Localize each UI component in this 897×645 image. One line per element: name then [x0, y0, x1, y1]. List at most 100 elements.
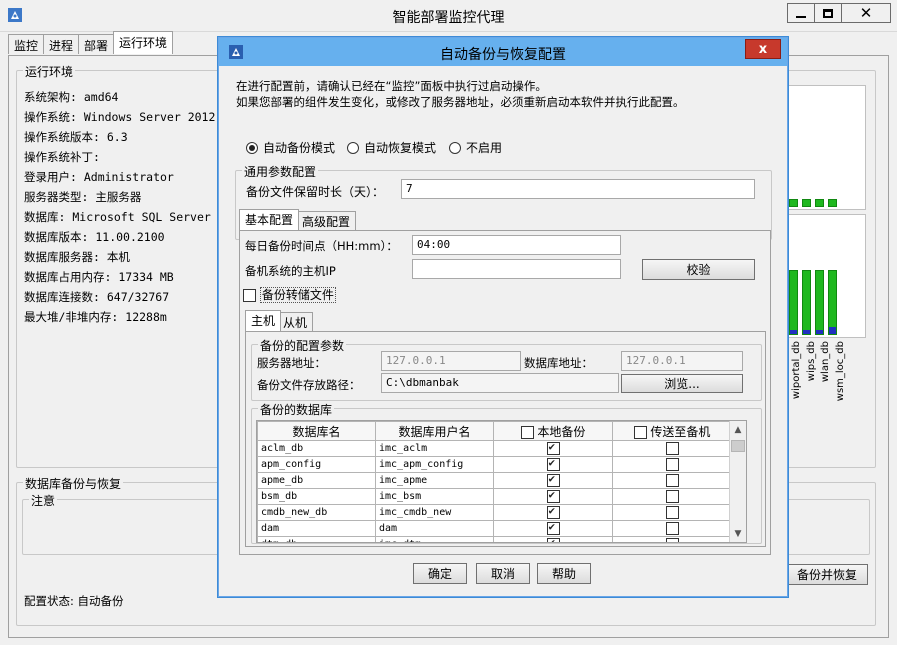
backup-dump-checkbox[interactable]: [243, 289, 256, 302]
send-standby-cell: [612, 504, 732, 521]
server-addr-input[interactable]: 127.0.0.1: [381, 351, 521, 371]
scroll-down-icon[interactable]: ▼: [730, 525, 746, 542]
send-standby-checkbox[interactable]: [665, 522, 679, 535]
local-backup-checkbox[interactable]: [546, 458, 560, 471]
dialog-close-button[interactable]: x: [745, 39, 781, 59]
env-arch: 系统架构: amd64: [24, 90, 119, 104]
radio-auto-restore[interactable]: 自动恢复模式: [347, 139, 436, 156]
backup-dump-label: 备份转储文件: [259, 287, 336, 303]
close-button[interactable]: ✕: [841, 3, 891, 23]
local-backup-cell: [493, 504, 613, 521]
maximize-button[interactable]: [814, 3, 842, 23]
table-row[interactable]: dam dam: [257, 520, 732, 537]
local-backup-cell: [493, 440, 613, 457]
retention-input[interactable]: 7: [401, 179, 755, 199]
tab-advanced-config[interactable]: 高级配置: [296, 211, 357, 230]
local-backup-checkbox[interactable]: [546, 490, 560, 503]
send-standby-checkbox[interactable]: [665, 442, 679, 455]
env-server-type: 服务器类型: 主服务器: [24, 190, 142, 204]
backup-restore-title: 数据库备份与恢复: [23, 475, 124, 492]
db-addr-label: 数据库地址：: [524, 356, 593, 370]
backup-path-label: 备份文件存放路径：: [257, 378, 361, 392]
radio-label: 自动备份模式: [263, 141, 336, 155]
tab-monitor[interactable]: 监控: [8, 34, 45, 54]
tab-process[interactable]: 进程: [43, 34, 80, 54]
env-database: 数据库: Microsoft SQL Server: [24, 210, 211, 224]
minimize-button[interactable]: [787, 3, 815, 23]
send-standby-checkbox[interactable]: [665, 490, 679, 503]
local-backup-checkbox[interactable]: [546, 474, 560, 487]
window-title: 智能部署监控代理: [392, 10, 505, 26]
verify-button[interactable]: 校验: [642, 259, 755, 280]
db-name-cell: aclm_db: [257, 440, 376, 457]
radio-auto-backup[interactable]: 自动备份模式: [246, 139, 335, 156]
local-backup-all-checkbox[interactable]: [520, 425, 534, 439]
local-backup-checkbox[interactable]: [546, 506, 560, 519]
db-table: 数据库名 数据库用户名 本地备份 传送至备机 aclm_db imc_aclm: [257, 421, 732, 542]
chart-bar: [802, 199, 811, 207]
notice-line-1: 在进行配置前，请确认已经在“监控”面板中执行过启动操作。: [236, 79, 547, 93]
table-row[interactable]: dtm_db imc_dtm: [257, 536, 732, 542]
local-backup-cell: [493, 472, 613, 489]
tab-slave[interactable]: 从机: [277, 312, 314, 331]
db-table-container: 数据库名 数据库用户名 本地备份 传送至备机 aclm_db imc_aclm: [256, 420, 747, 543]
server-addr-label: 服务器地址：: [257, 356, 326, 370]
daily-time-input[interactable]: 04:00: [412, 235, 621, 255]
cancel-button[interactable]: 取消: [476, 563, 530, 584]
tab-basic-config[interactable]: 基本配置: [239, 209, 300, 230]
tab-host[interactable]: 主机: [245, 310, 282, 331]
standby-ip-label: 备机系统的主机IP: [245, 264, 336, 278]
local-backup-checkbox[interactable]: [546, 442, 560, 455]
close-icon: ✕: [859, 4, 873, 22]
ok-button[interactable]: 确定: [413, 563, 467, 584]
scroll-thumb[interactable]: [731, 440, 745, 452]
dialog-body: 在进行配置前，请确认已经在“监控”面板中执行过启动操作。 如果您部署的组件发生变…: [226, 67, 781, 591]
db-table-scrollbar[interactable]: ▲ ▼: [729, 421, 746, 542]
col-local-backup-label: 本地备份: [537, 424, 586, 439]
standby-ip-input[interactable]: [412, 259, 621, 279]
auto-backup-dialog: 自动备份与恢复配置 x 在进行配置前，请确认已经在“监控”面板中执行过启动操作。…: [218, 37, 788, 597]
env-db-connections: 数据库连接数: 647/32767: [24, 290, 170, 304]
col-local-backup[interactable]: 本地备份: [493, 421, 613, 441]
db-name-cell: cmdb_new_db: [257, 504, 376, 521]
table-row[interactable]: apme_db imc_apme: [257, 472, 732, 489]
radio-disabled[interactable]: 不启用: [449, 139, 502, 156]
send-standby-checkbox[interactable]: [665, 458, 679, 471]
send-standby-checkbox[interactable]: [665, 538, 679, 542]
radio-label: 自动恢复模式: [364, 141, 437, 155]
help-button[interactable]: 帮助: [537, 563, 591, 584]
local-backup-checkbox[interactable]: [546, 538, 560, 542]
backup-path-input[interactable]: C:\dbmanbak: [381, 373, 619, 393]
backup-dump-checkbox-row[interactable]: 备份转储文件: [243, 286, 336, 303]
config-params-title: 备份的配置参数: [258, 337, 347, 354]
table-row[interactable]: aclm_db imc_aclm: [257, 440, 732, 457]
table-row[interactable]: cmdb_new_db imc_cmdb_new: [257, 504, 732, 521]
chart-bar: [789, 270, 798, 335]
help-label: 帮助: [551, 567, 576, 581]
send-standby-checkbox[interactable]: [665, 474, 679, 487]
table-row[interactable]: apm_config imc_apm_config: [257, 456, 732, 473]
send-standby-all-checkbox[interactable]: [633, 425, 647, 439]
tab-deploy[interactable]: 部署: [78, 34, 115, 54]
chart-bar: [828, 199, 837, 207]
chart-bar: [789, 199, 798, 207]
radio-label: 不启用: [466, 141, 503, 155]
chart-label: wsm_loc_db: [835, 341, 846, 402]
env-group-title: 运行环境: [23, 63, 76, 80]
chart-label: wiportal_db: [791, 341, 802, 400]
db-user-cell: imc_dtm: [375, 536, 494, 542]
col-send-standby[interactable]: 传送至备机: [612, 421, 732, 441]
db-addr-input[interactable]: 127.0.0.1: [621, 351, 743, 371]
send-standby-checkbox[interactable]: [665, 506, 679, 519]
env-os: 操作系统: Windows Server 2012 R2: [24, 110, 237, 124]
col-db-name[interactable]: 数据库名: [257, 421, 376, 441]
db-usage-chart: [780, 214, 866, 338]
col-db-user[interactable]: 数据库用户名: [375, 421, 494, 441]
tab-runtime-env[interactable]: 运行环境: [113, 31, 174, 54]
table-row[interactable]: bsm_db imc_bsm: [257, 488, 732, 505]
browse-button[interactable]: 浏览...: [621, 374, 743, 393]
cancel-label: 取消: [490, 567, 515, 581]
scroll-up-icon[interactable]: ▲: [730, 421, 746, 438]
local-backup-checkbox[interactable]: [546, 522, 560, 535]
retention-label: 备份文件保留时长（天）：: [246, 185, 385, 199]
